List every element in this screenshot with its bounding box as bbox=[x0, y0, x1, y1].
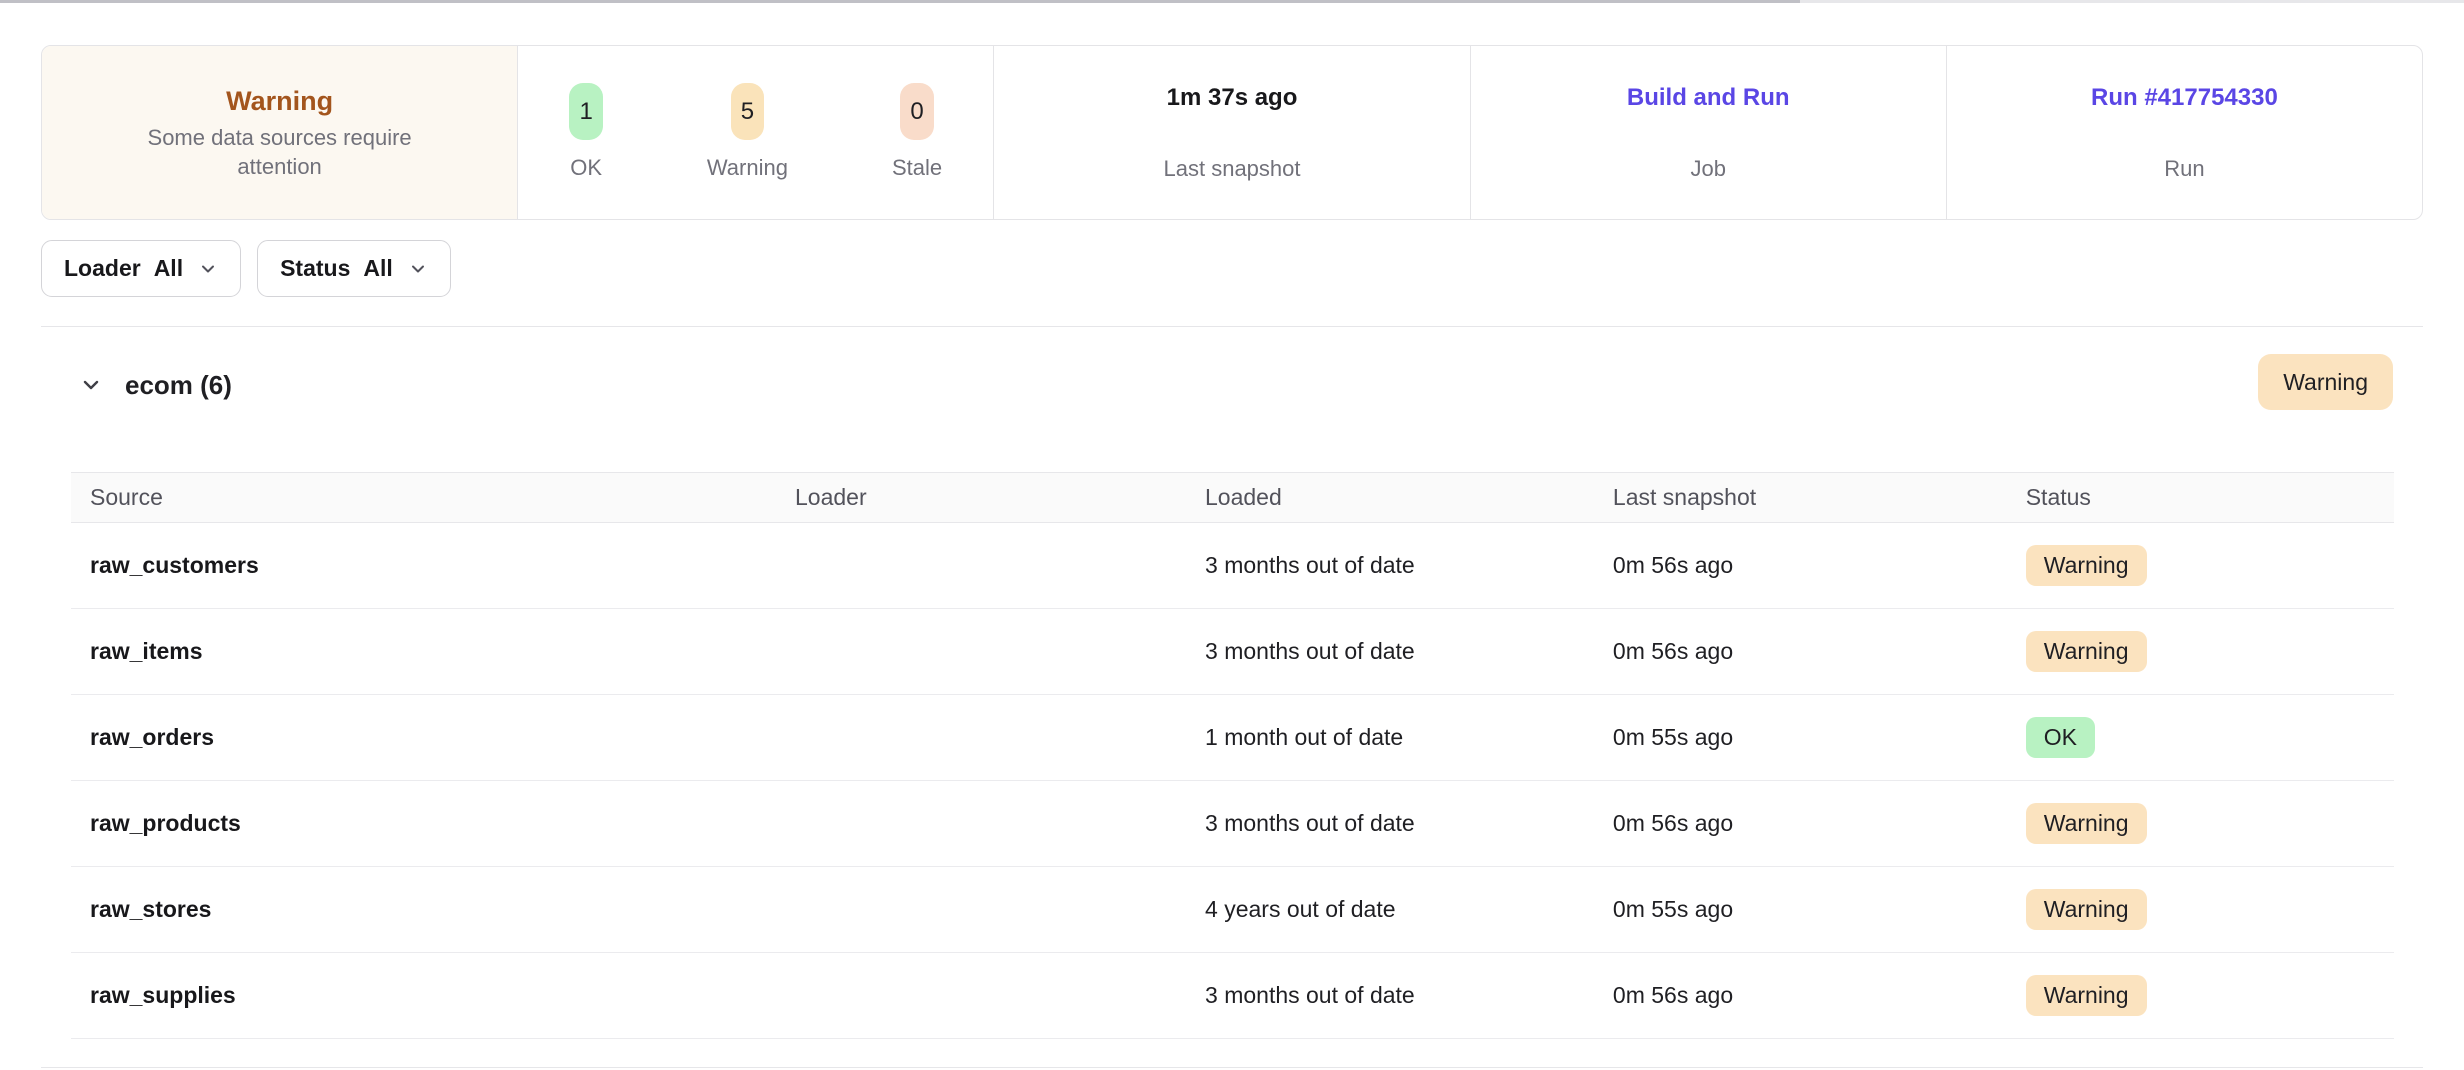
table-row[interactable]: raw_customers 3 months out of date 0m 56… bbox=[71, 523, 2394, 609]
top-progress-track bbox=[0, 0, 2464, 3]
status-badge: OK bbox=[2026, 717, 2095, 758]
table-header-row: Source Loader Loaded Last snapshot Statu… bbox=[71, 472, 2394, 523]
table-row[interactable]: raw_items 3 months out of date 0m 56s ag… bbox=[71, 609, 2394, 695]
data-sources-dashboard: Warning Some data sources require attent… bbox=[0, 0, 2464, 1070]
group-collapse-chevron-icon[interactable] bbox=[71, 365, 111, 405]
status-badge: Warning bbox=[2026, 803, 2147, 844]
loader-filter-label: Loader bbox=[64, 255, 141, 282]
table-row[interactable]: raw_orders 1 month out of date 0m 55s ag… bbox=[71, 695, 2394, 781]
source-name: raw_items bbox=[71, 638, 776, 665]
run-link[interactable]: Run #417754330 bbox=[2091, 83, 2278, 113]
table-row[interactable]: raw_supplies 3 months out of date 0m 56s… bbox=[71, 953, 2394, 1039]
loaded-value: 3 months out of date bbox=[1186, 638, 1594, 665]
last-snapshot-value: 0m 56s ago bbox=[1594, 810, 2007, 837]
header-loader: Loader bbox=[776, 484, 1186, 511]
run-label: Run bbox=[2164, 155, 2204, 183]
last-snapshot-value: 0m 56s ago bbox=[1594, 638, 2007, 665]
last-snapshot-card: 1m 37s ago Last snapshot bbox=[993, 46, 1469, 219]
last-snapshot-value: 0m 55s ago bbox=[1594, 896, 2007, 923]
job-label: Job bbox=[1690, 155, 1725, 183]
loader-filter-dropdown[interactable]: Loader All bbox=[41, 240, 241, 297]
group-header-ecom: ecom (6) Warning bbox=[71, 345, 2393, 425]
data-sources-table: Source Loader Loaded Last snapshot Statu… bbox=[71, 472, 2394, 1039]
group-status-badge: Warning bbox=[2258, 354, 2393, 410]
count-stale: 0 Stale bbox=[892, 83, 942, 182]
chevron-down-icon bbox=[408, 259, 428, 279]
status-badge: Warning bbox=[2026, 889, 2147, 930]
header-last-snapshot: Last snapshot bbox=[1594, 484, 2007, 511]
table-row[interactable]: raw_stores 4 years out of date 0m 55s ag… bbox=[71, 867, 2394, 953]
ok-count-pill: 1 bbox=[569, 83, 602, 140]
last-snapshot-value: 0m 56s ago bbox=[1594, 982, 2007, 1009]
counts-row: 1 OK 5 Warning 0 Stale bbox=[569, 83, 942, 182]
overall-status-subtitle: Some data sources require attention bbox=[115, 123, 445, 181]
job-card: Build and Run Job bbox=[1470, 46, 1946, 219]
status-badge: Warning bbox=[2026, 545, 2147, 586]
last-snapshot-value: 0m 56s ago bbox=[1594, 552, 2007, 579]
filters-bar: Loader All Status All bbox=[41, 240, 451, 297]
warning-count-pill: 5 bbox=[731, 83, 764, 140]
status-filter-label: Status bbox=[280, 255, 350, 282]
ok-count-label: OK bbox=[570, 154, 602, 182]
loaded-value: 3 months out of date bbox=[1186, 810, 1594, 837]
run-card: Run #417754330 Run bbox=[1946, 46, 2422, 219]
last-snapshot-label: Last snapshot bbox=[1164, 155, 1301, 183]
group-title[interactable]: ecom (6) bbox=[125, 370, 232, 401]
overall-status-title: Warning bbox=[226, 84, 333, 118]
overall-status-card: Warning Some data sources require attent… bbox=[42, 46, 517, 219]
source-name: raw_supplies bbox=[71, 982, 776, 1009]
status-filter-dropdown[interactable]: Status All bbox=[257, 240, 451, 297]
loader-filter-value: All bbox=[154, 255, 183, 282]
last-snapshot-value: 0m 55s ago bbox=[1594, 724, 2007, 751]
loaded-value: 3 months out of date bbox=[1186, 982, 1594, 1009]
summary-cards: Warning Some data sources require attent… bbox=[41, 45, 2423, 220]
loaded-value: 3 months out of date bbox=[1186, 552, 1594, 579]
top-progress-fill bbox=[0, 0, 1800, 3]
loaded-value: 4 years out of date bbox=[1186, 896, 1594, 923]
count-ok: 1 OK bbox=[569, 83, 602, 182]
header-source: Source bbox=[71, 484, 776, 511]
job-link[interactable]: Build and Run bbox=[1627, 83, 1790, 113]
status-badge: Warning bbox=[2026, 975, 2147, 1016]
status-badge: Warning bbox=[2026, 631, 2147, 672]
table-row[interactable]: raw_products 3 months out of date 0m 56s… bbox=[71, 781, 2394, 867]
header-loaded: Loaded bbox=[1186, 484, 1594, 511]
source-name: raw_products bbox=[71, 810, 776, 837]
stale-count-label: Stale bbox=[892, 154, 942, 182]
bottom-divider bbox=[41, 1067, 2423, 1068]
source-name: raw_orders bbox=[71, 724, 776, 751]
stale-count-pill: 0 bbox=[900, 83, 933, 140]
chevron-down-icon bbox=[198, 259, 218, 279]
section-divider bbox=[41, 326, 2423, 327]
warning-count-label: Warning bbox=[707, 154, 788, 182]
header-status: Status bbox=[2007, 484, 2394, 511]
source-name: raw_stores bbox=[71, 896, 776, 923]
status-filter-value: All bbox=[363, 255, 392, 282]
loaded-value: 1 month out of date bbox=[1186, 724, 1594, 751]
source-name: raw_customers bbox=[71, 552, 776, 579]
counts-card: 1 OK 5 Warning 0 Stale bbox=[517, 46, 993, 219]
count-warning: 5 Warning bbox=[707, 83, 788, 182]
last-snapshot-value: 1m 37s ago bbox=[1167, 83, 1298, 113]
